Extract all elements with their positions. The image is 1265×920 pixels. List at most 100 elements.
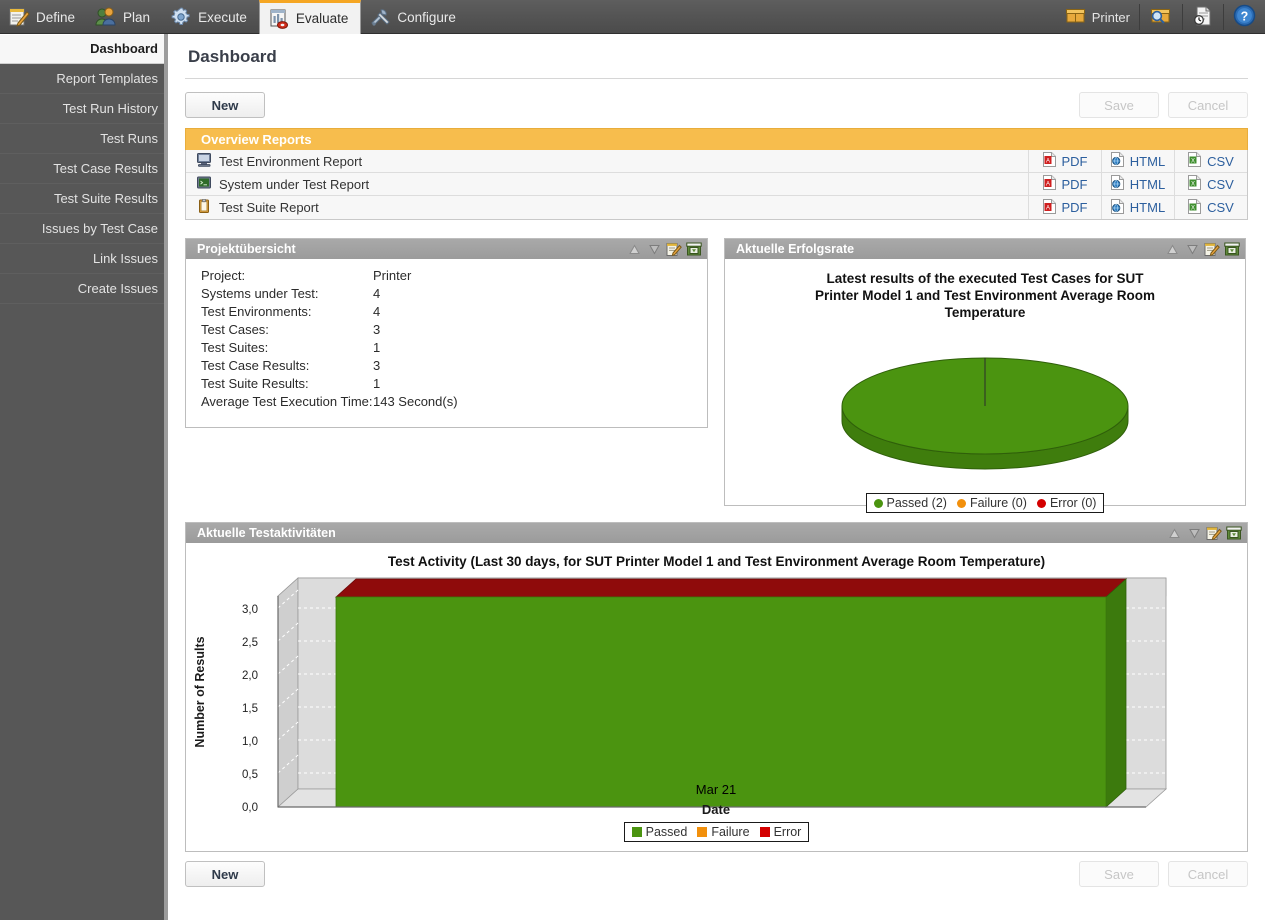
edit-notepad-icon[interactable] bbox=[664, 240, 684, 258]
bar-top-face bbox=[334, 578, 1128, 598]
report-name-cell: Test Suite Report bbox=[186, 196, 1028, 219]
legend-label-failure: Failure bbox=[711, 825, 750, 839]
bar-chart-legend: Passed Failure Error bbox=[623, 822, 810, 842]
triangle-up-icon[interactable] bbox=[1164, 524, 1184, 542]
new-button-bottom[interactable]: New bbox=[185, 861, 265, 887]
info-row: Test Environments: 4 bbox=[186, 303, 707, 321]
panel-header: Aktuelle Erfolgsrate bbox=[725, 239, 1245, 259]
sidebar-item-issues-by-test-case[interactable]: Issues by Test Case bbox=[0, 214, 168, 244]
triangle-down-icon[interactable] bbox=[1184, 524, 1204, 542]
dashboard-panel-row: Projektübersicht Project: Printer System… bbox=[185, 238, 1248, 513]
edit-notepad-icon[interactable] bbox=[1204, 524, 1224, 542]
cancel-button-bottom[interactable]: Cancel bbox=[1168, 861, 1248, 887]
info-key: Test Suite Results: bbox=[201, 376, 309, 391]
sidebar-item-test-suite-results[interactable]: Test Suite Results bbox=[0, 184, 168, 214]
new-button-top[interactable]: New bbox=[185, 92, 265, 118]
sidebar-item-test-runs[interactable]: Test Runs bbox=[0, 124, 168, 154]
csv-icon: X bbox=[1188, 198, 1202, 217]
delete-box-icon[interactable] bbox=[684, 240, 704, 258]
main-content: Dashboard New Save Cancel Overview Repor… bbox=[168, 34, 1265, 920]
info-key: Test Case Results: bbox=[201, 358, 310, 373]
save-button-bottom[interactable]: Save bbox=[1079, 861, 1159, 887]
delete-box-icon[interactable] bbox=[1222, 240, 1242, 258]
tab-evaluate[interactable]: Evaluate bbox=[258, 0, 362, 34]
export-pdf-button[interactable]: A PDF bbox=[1028, 150, 1101, 172]
svg-text:?: ? bbox=[1241, 9, 1249, 23]
recent-activity-button[interactable] bbox=[1183, 0, 1223, 34]
current-project-selector[interactable]: Printer bbox=[1057, 0, 1139, 34]
monitor-icon bbox=[197, 152, 212, 170]
tab-plan[interactable]: Plan bbox=[87, 0, 162, 34]
sidebar-item-test-run-history[interactable]: Test Run History bbox=[0, 94, 168, 124]
export-pdf-button[interactable]: A PDF bbox=[1028, 196, 1101, 219]
y-tick-label: 3,0 bbox=[242, 604, 258, 616]
bottom-action-bar: New Save Cancel bbox=[185, 852, 1248, 896]
export-html-label: HTML bbox=[1129, 200, 1166, 215]
info-value: 1 bbox=[373, 340, 381, 355]
legend-item-failure: Failure bbox=[697, 825, 750, 839]
table-row[interactable]: Test Environment Report A PDF HTML X CSV bbox=[186, 150, 1247, 173]
save-button-top[interactable]: Save bbox=[1079, 92, 1159, 118]
help-button[interactable]: ? bbox=[1224, 0, 1265, 34]
tab-plan-label: Plan bbox=[123, 9, 151, 25]
report-name-label: System under Test Report bbox=[219, 176, 370, 192]
svg-text:A: A bbox=[1045, 159, 1049, 165]
project-search-button[interactable] bbox=[1140, 0, 1182, 34]
sidebar-item-report-templates[interactable]: Report Templates bbox=[0, 64, 168, 94]
bar-side-face bbox=[1105, 578, 1127, 808]
export-csv-button[interactable]: X CSV bbox=[1174, 150, 1247, 172]
tab-configure-label: Configure bbox=[397, 9, 456, 25]
export-html-label: HTML bbox=[1129, 176, 1166, 192]
notepad-pencil-icon bbox=[8, 6, 30, 28]
legend-label-passed: Passed bbox=[645, 825, 688, 839]
export-csv-button[interactable]: X CSV bbox=[1174, 196, 1247, 219]
sidebar-item-create-issues[interactable]: Create Issues bbox=[0, 274, 168, 304]
sidebar-item-link-issues[interactable]: Link Issues bbox=[0, 244, 168, 274]
triangle-down-icon[interactable] bbox=[644, 240, 664, 258]
panel-header: Projektübersicht bbox=[186, 239, 707, 259]
panel-body: Project: Printer Systems under Test: 4 T… bbox=[186, 259, 707, 411]
top-action-bar: New Save Cancel bbox=[185, 79, 1248, 131]
html-globe-icon bbox=[1110, 152, 1124, 170]
export-csv-button[interactable]: X CSV bbox=[1174, 173, 1247, 195]
tab-configure[interactable]: Configure bbox=[361, 0, 468, 34]
html-globe-icon bbox=[1110, 175, 1124, 193]
svg-text:A: A bbox=[1045, 182, 1049, 188]
info-row: Systems under Test: 4 bbox=[186, 285, 707, 303]
top-navigation-bar: Define Plan Execute Evaluate Configure P… bbox=[0, 0, 1265, 34]
info-value: 1 bbox=[373, 376, 381, 391]
panel-body: Latest results of the executed Test Case… bbox=[725, 259, 1245, 513]
info-row: Test Case Results: 3 bbox=[186, 357, 707, 375]
terminal-icon bbox=[197, 176, 212, 193]
info-value: 3 bbox=[373, 358, 381, 373]
legend-item-passed: Passed (2) bbox=[873, 496, 947, 510]
export-pdf-button[interactable]: A PDF bbox=[1028, 173, 1101, 195]
export-html-button[interactable]: HTML bbox=[1101, 173, 1174, 195]
pie-chart-svg bbox=[841, 357, 1129, 470]
info-key: Project: bbox=[201, 268, 246, 283]
y-tick-label: 2,0 bbox=[242, 670, 258, 682]
triangle-up-icon[interactable] bbox=[1162, 240, 1182, 258]
sidebar-item-dashboard[interactable]: Dashboard bbox=[0, 34, 172, 64]
people-icon bbox=[95, 6, 117, 28]
edit-notepad-icon[interactable] bbox=[1202, 240, 1222, 258]
info-row: Test Cases: 3 bbox=[186, 321, 707, 339]
table-row[interactable]: System under Test Report A PDF HTML X CS… bbox=[186, 173, 1247, 196]
table-row[interactable]: Test Suite Report A PDF HTML X CSV bbox=[186, 196, 1247, 219]
triangle-up-icon[interactable] bbox=[624, 240, 644, 258]
tab-define[interactable]: Define bbox=[0, 0, 87, 34]
bar-chart-xlabel: Date bbox=[701, 802, 731, 817]
export-html-button[interactable]: HTML bbox=[1101, 150, 1174, 172]
triangle-down-icon[interactable] bbox=[1182, 240, 1202, 258]
cancel-button-top[interactable]: Cancel bbox=[1168, 92, 1248, 118]
sidebar-item-test-case-results[interactable]: Test Case Results bbox=[0, 154, 168, 184]
export-html-button[interactable]: HTML bbox=[1101, 196, 1174, 219]
report-name-label: Test Environment Report bbox=[219, 153, 363, 169]
pie-legend-wrap: Passed (2) Failure (0) Error (0) bbox=[725, 493, 1245, 513]
overview-reports-section: Overview Reports Test Environment Report bbox=[185, 128, 1248, 220]
pdf-icon: A bbox=[1042, 175, 1056, 193]
gear-icon bbox=[170, 6, 192, 28]
delete-box-icon[interactable] bbox=[1224, 524, 1244, 542]
tab-execute[interactable]: Execute bbox=[162, 0, 259, 34]
svg-text:X: X bbox=[1191, 181, 1195, 187]
